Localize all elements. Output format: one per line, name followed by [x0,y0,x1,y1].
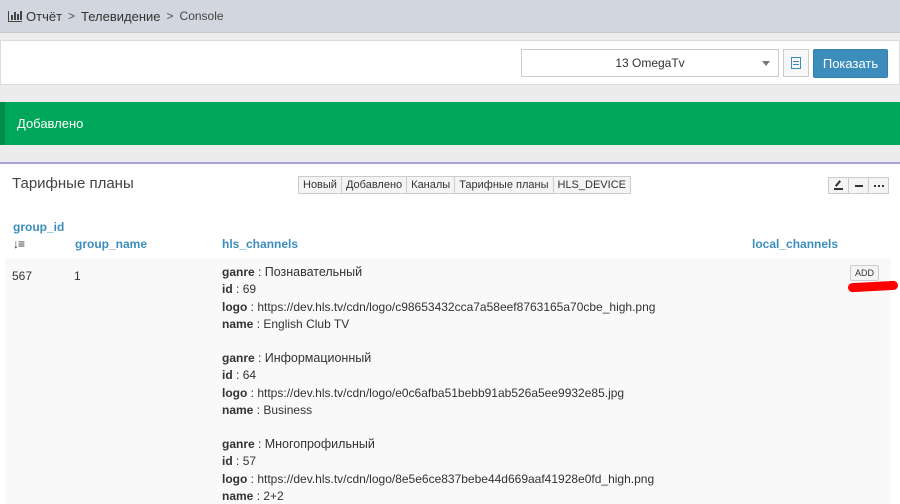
ellipsis-icon [873,184,884,187]
field-label: name [222,316,254,331]
field-label: id [222,368,233,383]
group-name-cell: 1 [74,269,81,283]
provider-select-value: 13 OmegaTv [615,56,685,70]
box-tools [828,177,889,194]
column-header-local-channels[interactable]: local_channels [752,237,838,251]
breadcrumb-item-report[interactable]: Отчёт [26,9,62,24]
success-alert: Добавлено [0,102,900,145]
tab-new[interactable]: Новый [298,176,342,194]
export-button[interactable] [828,177,849,194]
column-header-group-id[interactable]: group_id [13,220,64,234]
breadcrumb-separator: > [166,9,174,23]
field-label: logo [222,471,248,486]
channel-ganre: Познавательный [264,265,363,279]
table-row: 567 1 ganre : Познавательный id : 69 log… [5,258,899,504]
highlight-annotation [847,280,899,293]
channel-name: English Club TV [263,316,350,331]
field-label: id [222,282,233,297]
channel-name: 2+2 [263,488,284,503]
channel-name: Business [263,402,313,417]
chevron-down-icon [762,61,770,66]
field-label: logo [222,299,248,314]
column-header-group-name[interactable]: group_name [75,237,147,251]
channel-logo-url: https://dev.hls.tv/cdn/logo/8e5e6ce837be… [257,471,655,486]
channel-entry: ganre : Информационный id : 64 logo : ht… [222,351,625,417]
bar-chart-icon [8,10,22,22]
channel-ganre: Информационный [264,351,372,365]
field-label: id [222,454,233,469]
channel-entry: ganre : Познавательный id : 69 logo : ht… [222,265,656,331]
group-id-cell: 567 [12,269,33,283]
tab-added[interactable]: Добавлено [340,176,408,194]
list-button[interactable] [783,49,809,77]
breadcrumb-separator: > [68,9,76,23]
breadcrumb-item-console: Console [179,9,224,23]
field-label: ganre [222,265,255,279]
tariff-plans-box: Тарифные планы Новый Добавлено Каналы Та… [0,162,900,504]
tab-channels[interactable]: Каналы [406,176,456,194]
filter-panel: 13 OmegaTv Показать [0,40,900,85]
field-label: name [222,488,254,503]
field-label: logo [222,385,248,400]
tab-bar: Новый Добавлено Каналы Тарифные планы HL… [298,176,631,194]
field-label: ganre [222,351,255,365]
channel-id: 57 [242,454,257,469]
tab-hls-device[interactable]: HLS_DEVICE [552,176,631,194]
channel-logo-url: https://dev.hls.tv/cdn/logo/c98653432cca… [257,299,656,314]
channel-id: 69 [242,282,257,297]
tab-tariff-plans[interactable]: Тарифные планы [454,176,554,194]
channel-logo-url: https://dev.hls.tv/cdn/logo/e0c6afba51be… [257,385,625,400]
sort-desc-icon[interactable]: ↓≡ [13,237,25,251]
add-button[interactable]: ADD [850,265,879,281]
list-icon [791,57,801,69]
channel-ganre: Многопрофильный [264,437,375,451]
field-label: name [222,402,254,417]
show-button[interactable]: Показать [813,49,888,78]
channel-id: 64 [242,368,257,383]
breadcrumb-item-tv[interactable]: Телевидение [81,9,160,24]
more-button[interactable] [868,177,889,194]
field-label: ganre [222,437,255,451]
breadcrumb: Отчёт > Телевидение > Console [0,0,900,33]
channel-entry: ganre : Многопрофильный id : 57 logo : h… [222,437,655,503]
provider-select[interactable]: 13 OmegaTv [521,49,779,77]
column-header-hls-channels[interactable]: hls_channels [222,237,298,251]
box-title: Тарифные планы [12,175,134,192]
minus-icon [854,184,863,187]
export-icon [834,181,843,190]
collapse-button[interactable] [848,177,869,194]
